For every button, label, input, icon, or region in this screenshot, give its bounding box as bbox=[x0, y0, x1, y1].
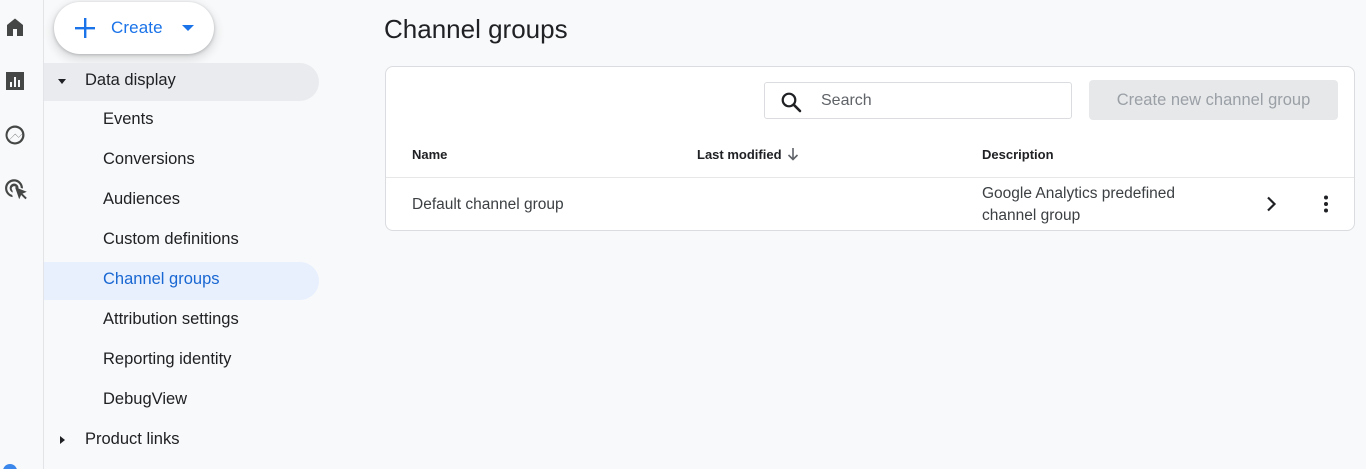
sidebar-section-label: Product links bbox=[85, 430, 180, 448]
channel-groups-card: Create new channel group Name Last modif… bbox=[385, 66, 1355, 231]
sidebar-item-label: Conversions bbox=[103, 150, 195, 168]
reports-icon[interactable] bbox=[2, 68, 28, 94]
expand-arrow-icon bbox=[60, 436, 65, 444]
create-button-label: Create bbox=[111, 18, 163, 37]
sidebar-item-attribution-settings[interactable]: Attribution settings bbox=[44, 302, 319, 340]
sidebar-item-custom-definitions[interactable]: Custom definitions bbox=[44, 222, 319, 260]
column-header-description[interactable]: Description bbox=[982, 147, 1054, 162]
caret-down-icon bbox=[182, 25, 194, 31]
sidebar-section-label: Data display bbox=[85, 71, 176, 89]
chevron-right-icon[interactable] bbox=[1261, 194, 1281, 214]
sidebar-item-conversions[interactable]: Conversions bbox=[44, 142, 319, 180]
table-row[interactable]: Default channel group Google Analytics p… bbox=[386, 178, 1354, 230]
sidebar-item-label: Channel groups bbox=[103, 270, 220, 288]
sidebar-item-label: DebugView bbox=[103, 390, 188, 408]
home-icon[interactable] bbox=[2, 14, 28, 40]
sidebar-item-label: Events bbox=[103, 110, 154, 128]
channel-group-description: Google Analytics predefined channel grou… bbox=[982, 185, 1176, 224]
expand-arrow-icon bbox=[58, 79, 66, 84]
account-avatar[interactable] bbox=[3, 464, 17, 469]
column-header-last-modified[interactable]: Last modified bbox=[697, 147, 799, 162]
sort-descending-icon bbox=[787, 148, 799, 161]
sidebar-section-product-links[interactable]: Product links bbox=[44, 422, 319, 460]
sidebar-item-events[interactable]: Events bbox=[44, 102, 319, 140]
column-header-label: Last modified bbox=[697, 147, 782, 162]
sidebar-item-audiences[interactable]: Audiences bbox=[44, 182, 319, 220]
search-input[interactable] bbox=[821, 91, 1061, 111]
sidebar-section-data-display[interactable]: Data display bbox=[44, 63, 319, 101]
sidebar-item-label: Audiences bbox=[103, 190, 181, 208]
create-button[interactable]: Create bbox=[54, 2, 214, 54]
search-icon bbox=[781, 92, 802, 113]
sidebar-item-reporting-identity[interactable]: Reporting identity bbox=[44, 342, 319, 380]
advertising-icon[interactable] bbox=[2, 176, 28, 202]
plus-icon bbox=[75, 18, 95, 38]
page-title: Channel groups bbox=[384, 14, 568, 44]
analytics-admin-page: Create Data display Events Conversions A… bbox=[0, 0, 1366, 469]
sidebar-item-label: Reporting identity bbox=[103, 350, 232, 368]
sidebar-item-debugview[interactable]: DebugView bbox=[44, 382, 319, 420]
sidebar-item-label: Attribution settings bbox=[103, 310, 239, 328]
create-channel-group-button[interactable]: Create new channel group bbox=[1089, 80, 1338, 120]
sidebar-item-label: Custom definitions bbox=[103, 230, 239, 248]
more-options-icon[interactable] bbox=[1316, 194, 1336, 214]
sidebar-item-channel-groups[interactable]: Channel groups bbox=[44, 262, 319, 300]
channel-group-name[interactable]: Default channel group bbox=[412, 196, 564, 214]
left-nav-rail bbox=[0, 0, 44, 469]
search-box[interactable] bbox=[764, 82, 1072, 119]
explore-icon[interactable] bbox=[2, 122, 28, 148]
column-header-name[interactable]: Name bbox=[412, 147, 447, 162]
